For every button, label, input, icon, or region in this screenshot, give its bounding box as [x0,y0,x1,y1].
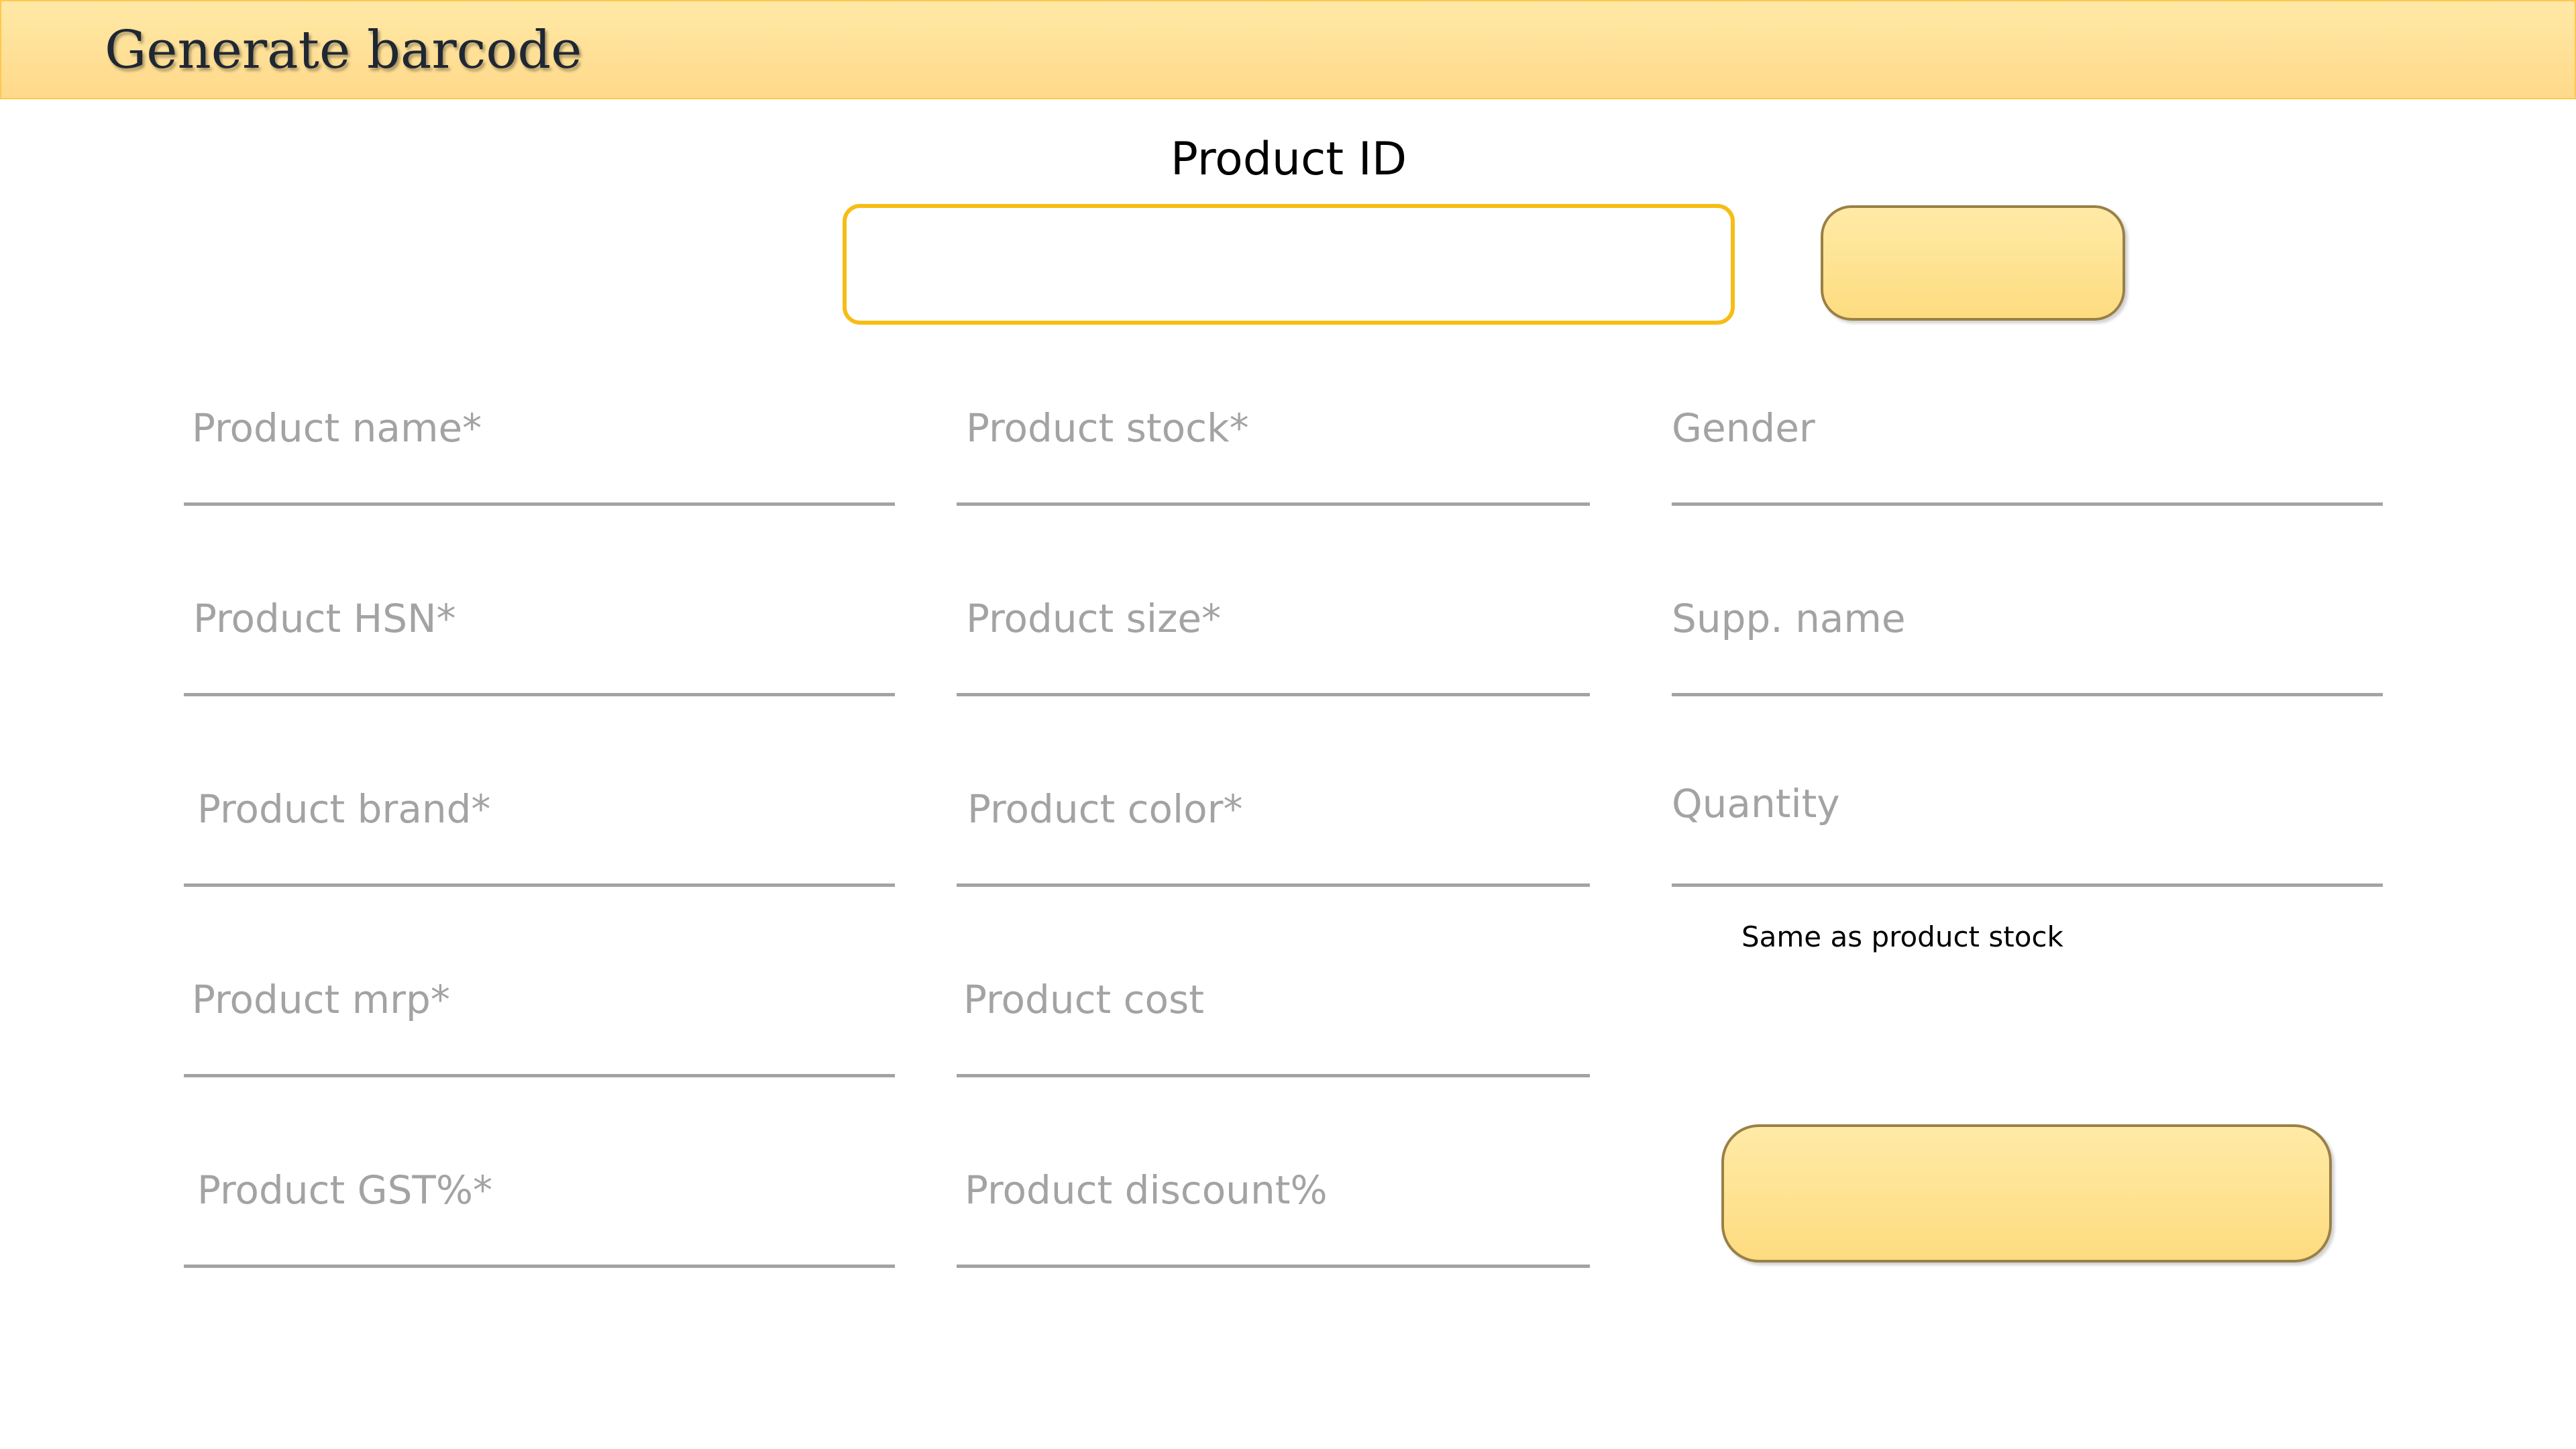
product-name-label: Product name* [192,405,482,451]
product-mrp-underline [184,1074,895,1077]
product-name-field: Product name* [184,405,895,506]
product-mrp-label: Product mrp* [192,977,450,1022]
product-discount-input[interactable] [957,1214,1590,1263]
quantity-field: Quantity [1672,781,2383,887]
quantity-hint: Same as product stock [1741,920,2063,953]
product-color-underline [957,883,1590,887]
product-brand-label: Product brand* [197,786,491,832]
product-color-field: Product color* [957,786,1590,887]
product-cost-field: Product cost [957,977,1590,1077]
product-discount-label: Product discount% [965,1167,1328,1213]
product-stock-underline [957,502,1590,506]
product-hsn-label: Product HSN* [193,596,456,641]
page-title: Generate barcode [105,20,582,80]
product-mrp-input[interactable] [184,1024,895,1072]
gender-underline [1672,502,2383,506]
product-gst-underline [184,1265,895,1268]
product-hsn-field: Product HSN* [184,596,895,696]
supp-name-underline [1672,693,2383,696]
generate-barcode-button[interactable] [1721,1124,2332,1263]
supp-name-input[interactable] [1672,643,2383,691]
supp-name-label: Supp. name [1672,596,1906,641]
header-bar: Generate barcode [0,0,2576,99]
product-size-field: Product size* [957,596,1590,696]
product-color-input[interactable] [957,833,1590,881]
product-brand-input[interactable] [184,833,895,881]
product-size-label: Product size* [966,596,1222,641]
gender-field: Gender [1672,405,2383,506]
product-stock-field: Product stock* [957,405,1590,506]
product-name-input[interactable] [184,452,895,500]
quantity-input[interactable] [1672,833,2383,881]
quantity-label: Quantity [1672,781,1840,826]
gender-label: Gender [1672,405,1815,451]
product-brand-field: Product brand* [184,786,895,887]
product-cost-input[interactable] [957,1024,1590,1072]
product-mrp-field: Product mrp* [184,977,895,1077]
product-id-label: Product ID [1170,133,1407,186]
product-brand-underline [184,883,895,887]
product-size-input[interactable] [957,643,1590,691]
product-cost-label: Product cost [963,977,1204,1022]
product-gst-label: Product GST%* [197,1167,492,1213]
product-discount-underline [957,1265,1590,1268]
product-cost-underline [957,1074,1590,1077]
product-id-input[interactable] [843,204,1735,325]
product-discount-field: Product discount% [957,1167,1590,1268]
product-hsn-input[interactable] [184,643,895,691]
product-gst-input[interactable] [184,1214,895,1263]
product-id-search-button[interactable] [1821,205,2125,321]
quantity-underline [1672,883,2383,887]
product-stock-input[interactable] [957,452,1590,500]
product-color-label: Product color* [967,786,1243,832]
product-size-underline [957,693,1590,696]
generate-barcode-page: Generate barcode Product ID Product name… [0,0,2576,1449]
supp-name-field: Supp. name [1672,596,2383,696]
product-stock-label: Product stock* [966,405,1249,451]
gender-input[interactable] [1672,452,2383,500]
product-gst-field: Product GST%* [184,1167,895,1268]
product-hsn-underline [184,693,895,696]
product-name-underline [184,502,895,506]
